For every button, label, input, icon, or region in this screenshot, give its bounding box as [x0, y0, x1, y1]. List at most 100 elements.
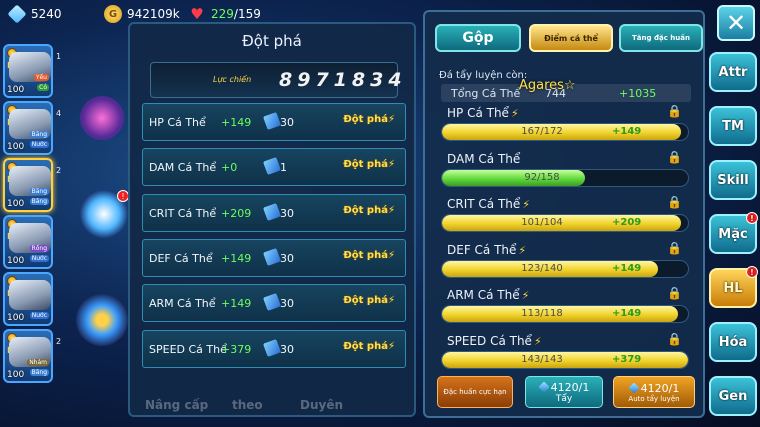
- lock-icon[interactable]: 🔒: [667, 241, 682, 255]
- skill-orb-icon[interactable]: [80, 96, 124, 140]
- tab-merge[interactable]: Gộp: [435, 24, 521, 52]
- lightning-icon: ⚡: [510, 107, 519, 120]
- wash-stone-note: Đá tẩy luyện còn:: [439, 70, 528, 81]
- lightning-icon: ⚡: [387, 340, 395, 352]
- ghost-tab-follow: theo: [232, 398, 263, 412]
- lightning-icon: ⚡: [387, 204, 395, 216]
- stone-icon: [263, 293, 281, 312]
- breakthrough-row: CRIT Cá Thể +209 30 Đột phá⚡: [142, 193, 406, 232]
- combat-power-box: Lực chiến 8971834: [150, 62, 402, 98]
- gem-icon: [7, 4, 27, 24]
- stat-bonus: +149: [221, 251, 252, 265]
- notification-badge: !: [746, 266, 758, 278]
- hero-type-tag: Yếu: [33, 74, 49, 81]
- breakthrough-row: DAM Cá Thể +0 1 Đột phá⚡: [142, 148, 406, 187]
- hero-type-tag: Băng: [29, 198, 49, 205]
- special-train-label: Đặc huấn cực hạn: [443, 388, 507, 396]
- side-menu-hl[interactable]: HL!: [709, 266, 758, 308]
- close-button[interactable]: ✕: [717, 5, 755, 41]
- hero-name: Agares☆: [519, 78, 576, 93]
- lock-icon[interactable]: 🔒: [667, 286, 682, 300]
- tab-individual-points[interactable]: Điểm cá thể: [529, 24, 613, 52]
- lightning-icon: ⚡: [387, 295, 395, 307]
- breakthrough-button[interactable]: Đột phá⚡: [343, 159, 395, 170]
- side-menu-skill[interactable]: Skill: [709, 160, 757, 200]
- hero-type-tag: Nước: [29, 141, 49, 148]
- breakthrough-button[interactable]: Đột phá⚡: [343, 114, 395, 125]
- breakthrough-button[interactable]: Đột phá⚡: [343, 341, 395, 352]
- stat-progress-bar: 92/158: [441, 168, 689, 187]
- stat-bonus: +149: [221, 297, 252, 311]
- hero-slot-number: 4: [56, 109, 62, 118]
- stat-bonus: +149: [221, 116, 252, 129]
- stat-name: CRIT Cá Thể: [149, 206, 217, 220]
- stone-cost: 30: [280, 116, 294, 129]
- stone-cost: 1: [280, 161, 287, 175]
- stat-label: DAM Cá Thể: [447, 151, 521, 166]
- lightning-icon: ⚡: [521, 289, 530, 302]
- stat-bonus: +209: [221, 206, 252, 220]
- hero-card[interactable]: ■100RồngNước: [3, 215, 53, 269]
- side-menu-mặc[interactable]: Mặc!: [709, 212, 758, 254]
- breakthrough-button[interactable]: Đột phá⚡: [343, 250, 395, 261]
- side-menu-attr[interactable]: Attr: [709, 52, 757, 92]
- stone-cost: 30: [280, 342, 294, 356]
- combat-power-label: Lực chiến: [213, 75, 252, 84]
- stat-progress-bonus: +209: [612, 217, 642, 228]
- lock-icon[interactable]: 🔒: [667, 332, 682, 346]
- breakthrough-button[interactable]: Đột phá⚡: [343, 295, 395, 306]
- stat-name: HP Cá Thể: [149, 116, 206, 129]
- lightning-icon: ⚡: [387, 114, 395, 125]
- side-menu-gen[interactable]: Gen: [709, 376, 757, 416]
- hero-card[interactable]: ■100NhámBăng: [3, 329, 53, 383]
- lightning-icon: ⚡: [518, 243, 527, 257]
- wash-button[interactable]: 4120/1 Tẩy: [525, 376, 603, 408]
- hero-level: 100: [7, 199, 25, 209]
- breakthrough-row: DEF Cá Thể +149 30 Đột phá⚡: [142, 238, 406, 277]
- wash-count: 4120/1: [550, 380, 590, 394]
- hero-card[interactable]: ■100YếuCỏ: [3, 44, 53, 98]
- hero-level: 100: [7, 142, 25, 152]
- total-bonus: +1035: [619, 87, 657, 100]
- stat-label: CRIT Cá Thể ⚡: [447, 197, 530, 211]
- hero-type-tag: Băng: [29, 131, 49, 138]
- stat-progress-bonus: +149: [612, 126, 642, 137]
- stone-cost: 30: [280, 297, 294, 311]
- stat-label: SPEED Cá Thể ⚡: [447, 333, 542, 348]
- gold-value: 942109k: [127, 7, 180, 21]
- stat-progress-value: 92/158: [524, 171, 560, 183]
- stat-progress-bar: 167/172 +149: [441, 123, 689, 141]
- hero-card[interactable]: ■100BăngBăng: [3, 158, 53, 212]
- hero-card[interactable]: ■100Nước: [3, 272, 53, 326]
- lock-icon[interactable]: 🔒: [667, 195, 682, 209]
- side-menu-tm[interactable]: TM: [709, 106, 757, 146]
- stat-label: DEF Cá Thể ⚡: [447, 242, 527, 257]
- hero-level: 100: [7, 370, 25, 380]
- tab-special-training[interactable]: Tăng đặc huấn: [619, 24, 703, 52]
- hero-type-tag: Rồng: [29, 245, 49, 252]
- lock-icon[interactable]: 🔒: [667, 150, 682, 164]
- energy-max: /159: [233, 7, 261, 21]
- stat-name: DAM Cá Thể: [149, 161, 217, 175]
- hero-type-tag: Băng: [29, 188, 49, 195]
- auto-wash-count: 4120/1: [640, 381, 680, 395]
- lightning-icon: ⚡: [522, 198, 530, 211]
- hero-slot-number: 1: [56, 52, 62, 61]
- lock-icon[interactable]: 🔒: [667, 104, 682, 118]
- side-menu-hóa[interactable]: Hóa: [709, 322, 757, 362]
- special-train-button[interactable]: Đặc huấn cực hạn: [437, 376, 513, 408]
- hero-level: 100: [7, 256, 25, 266]
- breakthrough-button[interactable]: Đột phá⚡: [343, 205, 395, 216]
- auto-wash-button[interactable]: 4120/1 Auto tẩy luyện: [613, 376, 695, 408]
- element-wheel-icon[interactable]: [76, 294, 128, 346]
- stat-bonus: +0: [221, 161, 238, 175]
- stat-bonus: +379: [221, 342, 252, 356]
- ghost-tab-upgrade: Nâng cấp: [145, 398, 209, 412]
- stat-progress-bar: 143/143 +379: [441, 350, 689, 369]
- auto-wash-label: Auto tẩy luyện: [628, 394, 680, 403]
- hero-portrait: [9, 280, 51, 310]
- gold-counter: G 942109k: [104, 4, 180, 24]
- stone-icon: [263, 247, 281, 266]
- hero-card[interactable]: ■100BăngNước: [3, 101, 53, 155]
- lightning-icon: ⚡: [387, 159, 395, 171]
